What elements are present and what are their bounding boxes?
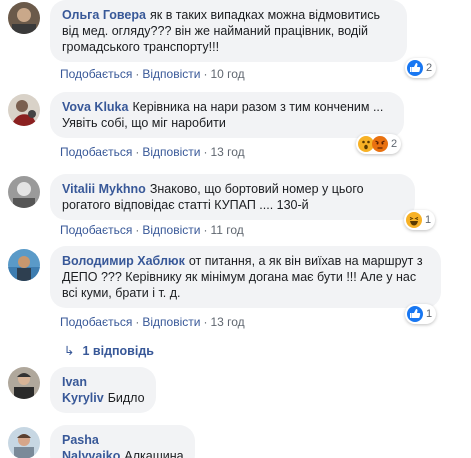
like-icon (407, 306, 423, 322)
reply-link[interactable]: Відповісти (142, 67, 200, 81)
comment-author[interactable]: Vova Kluka (62, 100, 128, 114)
comment-time[interactable]: 13 год (210, 145, 244, 159)
avatar[interactable] (8, 176, 40, 208)
comment-time[interactable]: 13 год (210, 315, 244, 329)
comment-bubble: Володимир Хаблюк от питання, а як він виї… (50, 246, 441, 308)
comment-bubble: Vova Kluka Керівника на нари разом з тим … (50, 92, 404, 138)
comment-actions: Подобається · Відповісти · 11 год (60, 223, 244, 237)
haha-icon (406, 212, 422, 228)
reaction-count: 1 (426, 308, 433, 320)
comment-bubble: Ольга Говера як в таких випадках можна ві… (50, 0, 407, 62)
comment-bubble: Ivan Kyryliv Бидло (50, 367, 156, 413)
reactions-summary[interactable]: 2 (405, 58, 437, 78)
comment-bubble: Pasha Nalyvaiko Алкашина (50, 425, 195, 458)
comment-author[interactable]: Ivan Kyryliv (62, 375, 104, 405)
comment-bubble: Vitalii Mykhno Знаково, що бортовий номер… (50, 174, 415, 220)
avatar[interactable] (8, 2, 40, 34)
comment-text: Бидло (107, 391, 145, 405)
comment-author[interactable]: Vitalii Mykhno (62, 182, 146, 196)
reaction-count: 2 (426, 62, 433, 74)
replies-count[interactable]: 1 відповідь (82, 344, 153, 358)
comment-actions: Подобається · Відповісти · 13 год (60, 315, 245, 329)
reactions-summary[interactable]: 2 (356, 134, 402, 154)
reactions-summary[interactable]: 1 (404, 210, 436, 230)
like-icon (407, 60, 423, 76)
comment-author[interactable]: Володимир Хаблюк (62, 254, 185, 268)
like-link[interactable]: Подобається (60, 145, 132, 159)
comment-time[interactable]: 11 год (210, 223, 243, 237)
comment-text: Алкашина (124, 449, 184, 458)
reactions-summary[interactable]: 1 (405, 304, 437, 324)
comment-actions: Подобається · Відповісти · 13 год (60, 145, 245, 159)
avatar[interactable] (8, 367, 40, 399)
like-link[interactable]: Подобається (60, 67, 132, 81)
comment-time[interactable]: 10 год (210, 67, 244, 81)
avatar[interactable] (8, 94, 40, 126)
angry-icon (372, 136, 388, 152)
reply-link[interactable]: Відповісти (142, 315, 200, 329)
avatar[interactable] (8, 249, 40, 281)
like-link[interactable]: Подобається (60, 223, 132, 237)
reaction-count: 1 (425, 214, 432, 226)
reply-arrow-icon: ↳ (64, 344, 75, 358)
view-replies-link[interactable]: ↳ 1 відповідь (64, 343, 154, 359)
comment-author[interactable]: Pasha Nalyvaiko (62, 433, 120, 458)
reply-link[interactable]: Відповісти (142, 223, 200, 237)
avatar[interactable] (8, 427, 40, 458)
comment-author[interactable]: Ольга Говера (62, 8, 146, 22)
reply-link[interactable]: Відповісти (142, 145, 200, 159)
comment-actions: Подобається · Відповісти · 10 год (60, 67, 245, 81)
reaction-count: 2 (391, 138, 398, 150)
like-link[interactable]: Подобається (60, 315, 132, 329)
